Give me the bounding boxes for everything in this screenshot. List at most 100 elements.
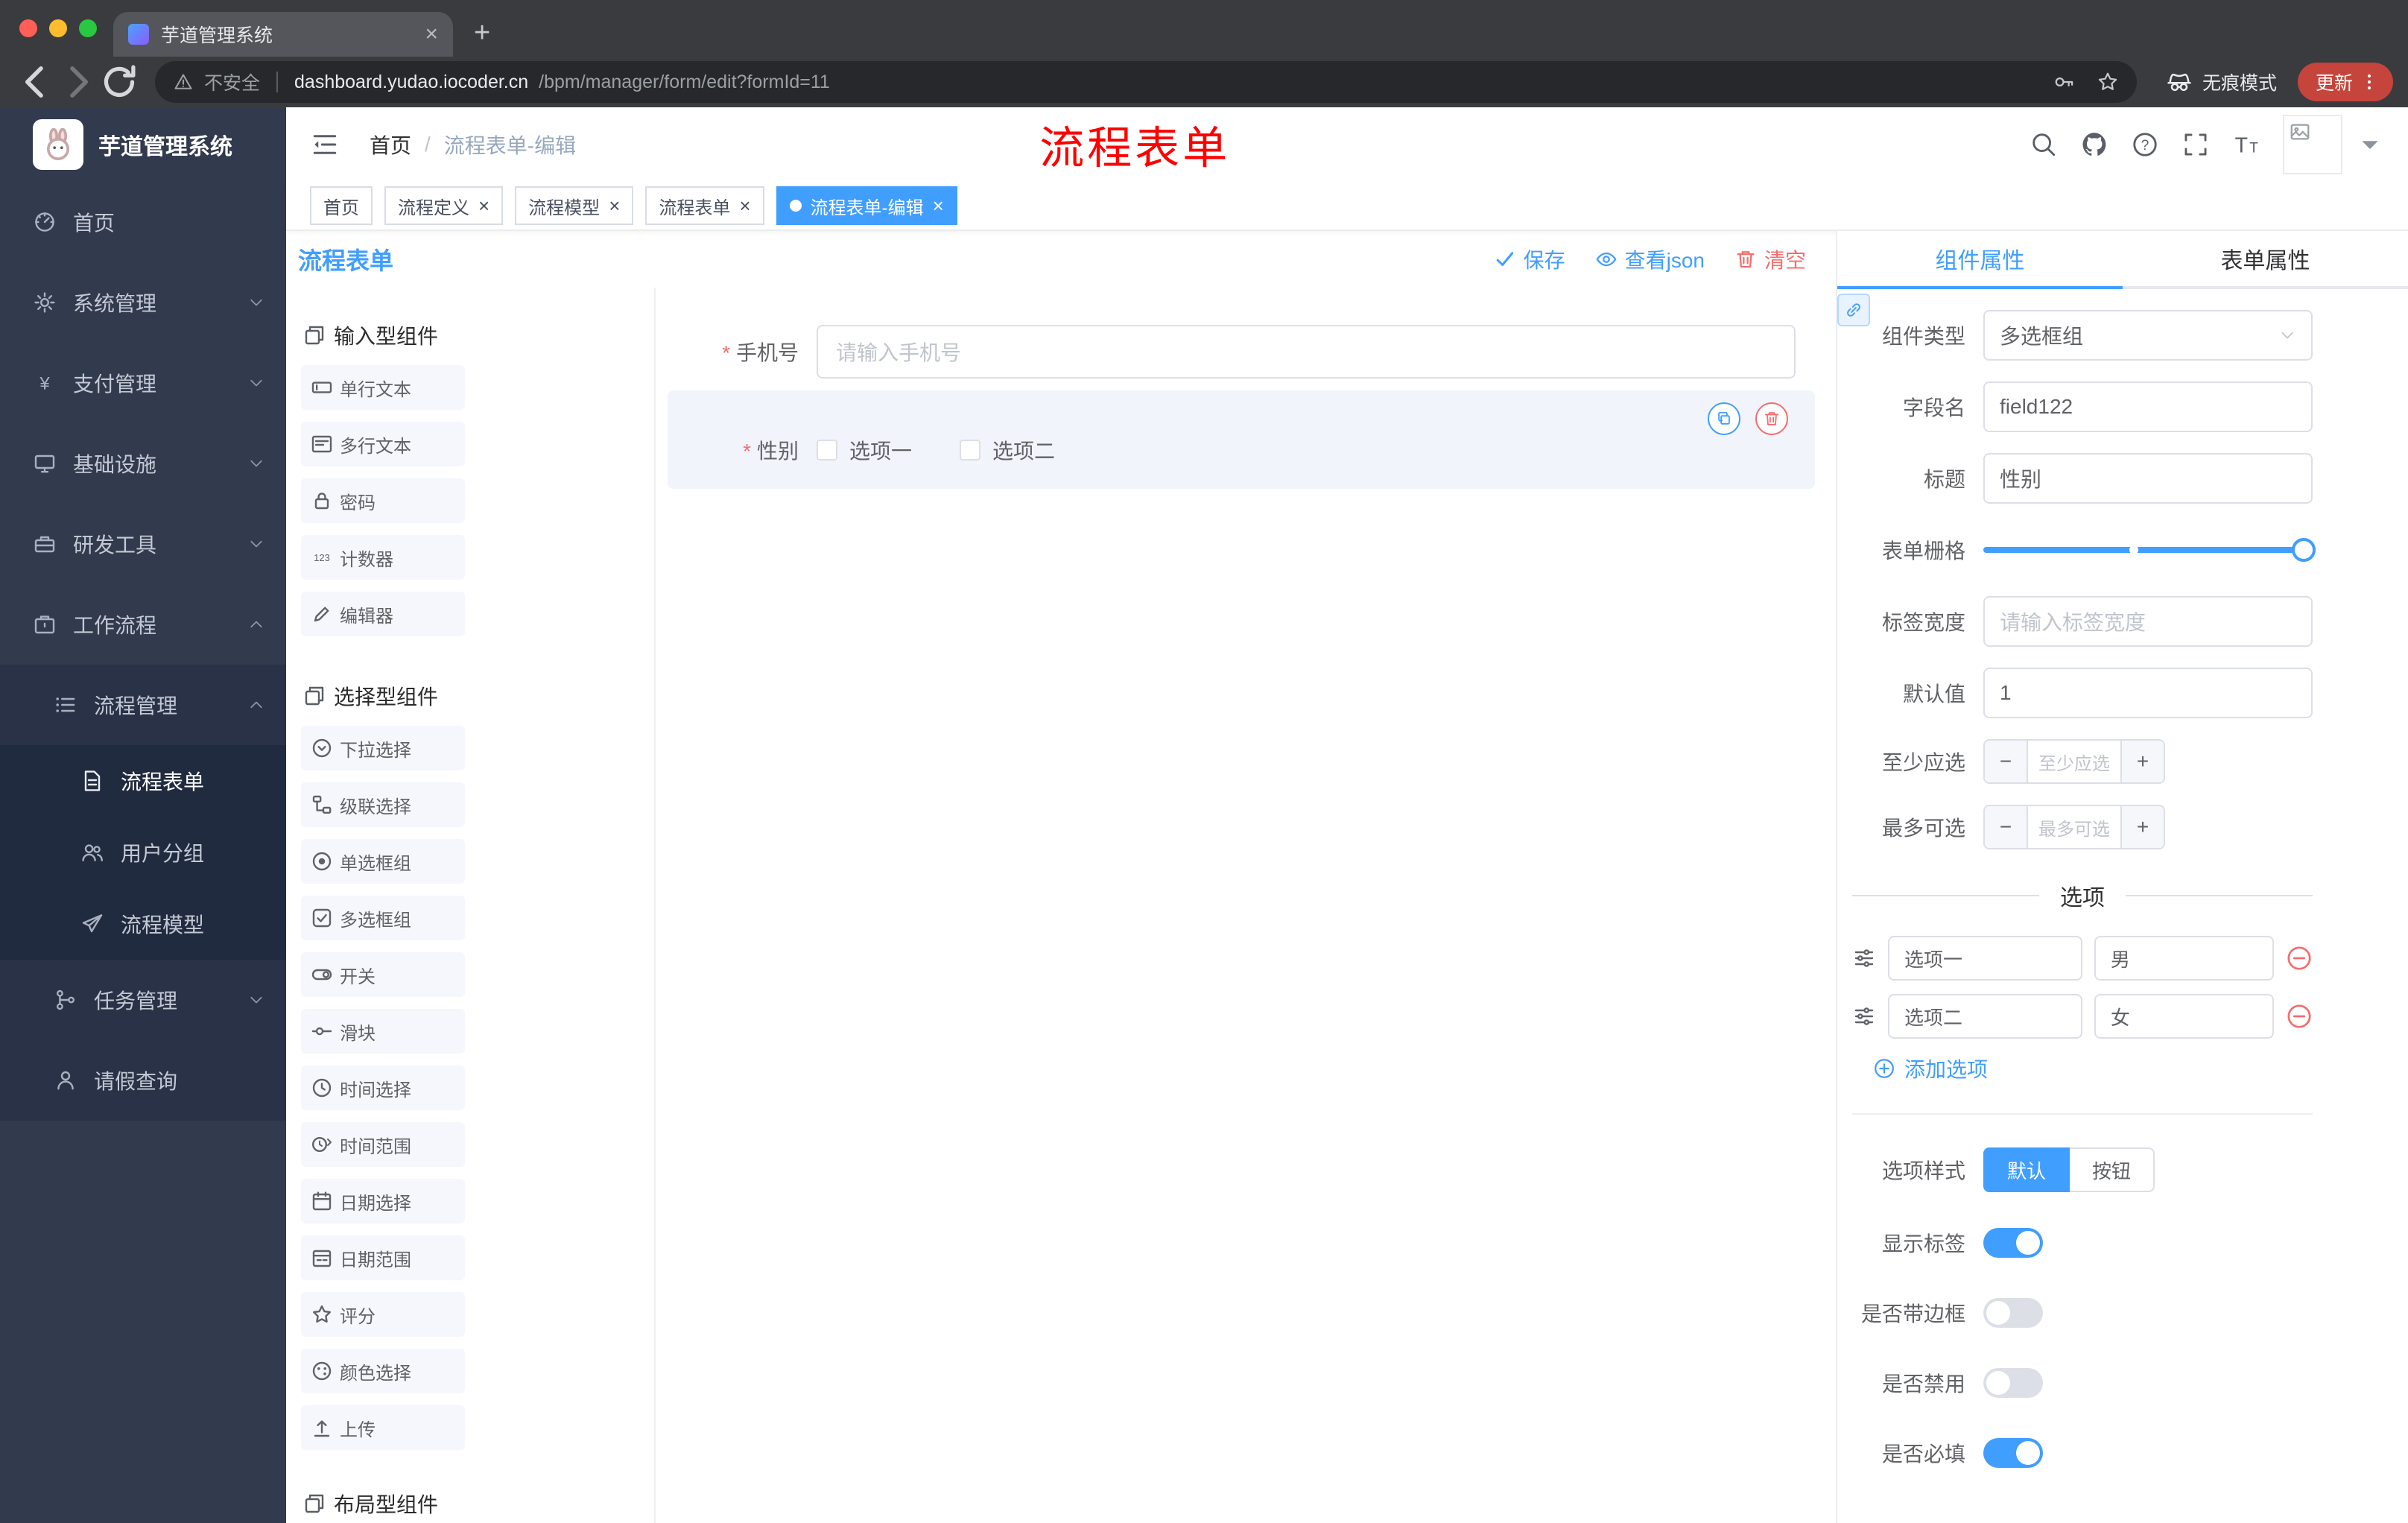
increase-button[interactable]: + — [2122, 741, 2164, 782]
search-icon[interactable] — [2030, 130, 2058, 159]
sidebar-item-branch[interactable]: 任务管理 — [0, 960, 286, 1040]
tab-component-props[interactable]: 组件属性 — [1837, 231, 2123, 289]
palette-item-password[interactable]: 密码 — [301, 478, 465, 523]
bookmark-star-icon[interactable] — [2097, 71, 2119, 93]
address-bar[interactable]: 不安全 dashboard.yudao.iocoder.cn /bpm/mana… — [155, 61, 2137, 103]
reload-button[interactable] — [98, 63, 140, 101]
tag-close-icon[interactable]: × — [609, 196, 620, 215]
avatar[interactable] — [2283, 115, 2342, 174]
window-minimize-button[interactable] — [49, 19, 67, 37]
tag-close-icon[interactable]: × — [478, 196, 489, 215]
palette-item-cascader[interactable]: 级联选择 — [301, 782, 465, 827]
palette-item-switch[interactable]: 开关 — [301, 952, 465, 997]
tag-close-icon[interactable]: × — [739, 196, 750, 215]
min-select-input[interactable]: 至少应选 — [2027, 741, 2122, 782]
new-tab-button[interactable]: + — [474, 17, 490, 49]
palette-item-rate[interactable]: 评分 — [301, 1292, 465, 1337]
palette-item-date-range[interactable]: 日期范围 — [301, 1235, 465, 1280]
forward-button[interactable] — [57, 63, 98, 101]
style-button-button[interactable]: 按钮 — [2070, 1147, 2155, 1192]
sidebar-item-pay[interactable]: ¥ 支付管理 — [0, 343, 286, 423]
toggle-switch[interactable] — [1983, 1228, 2043, 1258]
form-grid-slider[interactable] — [1983, 538, 2316, 562]
palette-item-counter[interactable]: 123 计数器 — [301, 535, 465, 580]
palette-item-slider[interactable]: 滑块 — [301, 1009, 465, 1054]
option-label-input[interactable]: 选项二 — [1888, 994, 2082, 1039]
clear-button[interactable]: 清空 — [1734, 244, 1806, 274]
toggle-switch[interactable] — [1983, 1368, 2043, 1398]
tag-2[interactable]: 流程模型 × — [515, 186, 634, 225]
view-json-button[interactable]: 查看json — [1595, 244, 1705, 274]
palette-item-editor[interactable]: 编辑器 — [301, 592, 465, 636]
field-name-input[interactable]: field122 — [1983, 381, 2313, 432]
tag-0[interactable]: 首页 — [310, 186, 373, 225]
phone-input[interactable]: 请输入手机号 — [817, 325, 1796, 379]
sidebar-logo[interactable]: 芋道管理系统 — [0, 107, 286, 182]
palette-item-time[interactable]: 时间选择 — [301, 1066, 465, 1110]
option-value-input[interactable]: 男 — [2094, 936, 2274, 981]
sidebar-item-devtool[interactable]: 研发工具 — [0, 504, 286, 584]
palette-item-date[interactable]: 日期选择 — [301, 1179, 465, 1223]
max-select-input[interactable]: 最多可选 — [2027, 806, 2122, 848]
copy-component-button[interactable] — [1708, 402, 1740, 435]
sidebar-item-home[interactable]: 首页 — [0, 182, 286, 262]
password-key-icon[interactable] — [2053, 71, 2076, 93]
palette-item-select[interactable]: 下拉选择 — [301, 726, 465, 770]
style-default-button[interactable]: 默认 — [1983, 1147, 2070, 1192]
option-value-input[interactable]: 女 — [2094, 994, 2274, 1039]
sidebar-item-gear[interactable]: 系统管理 — [0, 262, 286, 343]
option-label-input[interactable]: 选项一 — [1888, 936, 2082, 981]
remove-option-button[interactable] — [2286, 1003, 2313, 1030]
slider-handle[interactable] — [2292, 538, 2316, 562]
palette-item-color[interactable]: 颜色选择 — [301, 1349, 465, 1393]
window-zoom-button[interactable] — [79, 19, 97, 37]
link-affix-button[interactable] — [1837, 294, 1870, 326]
delete-component-button[interactable] — [1755, 402, 1788, 435]
sidebar-item-send[interactable]: 流程模型 — [0, 888, 286, 960]
font-size-icon[interactable]: TT — [2232, 130, 2260, 159]
sidebar-item-doc[interactable]: 流程表单 — [0, 745, 286, 817]
window-close-button[interactable] — [19, 19, 37, 37]
sidebar-item-person[interactable]: 请假查询 — [0, 1040, 286, 1121]
fullscreen-icon[interactable] — [2182, 130, 2210, 159]
avatar-caret-down-icon[interactable] — [2356, 130, 2384, 159]
save-button[interactable]: 保存 — [1494, 244, 1565, 274]
palette-item-radio[interactable]: 单选框组 — [301, 839, 465, 884]
toggle-switch[interactable] — [1983, 1298, 2043, 1328]
remove-option-button[interactable] — [2286, 945, 2313, 972]
phone-field[interactable]: 手机号 请输入手机号 — [668, 325, 1815, 379]
label-width-input[interactable]: 请输入标签宽度 — [1983, 596, 2313, 647]
help-icon[interactable]: ? — [2131, 130, 2159, 159]
security-label[interactable]: 不安全 — [204, 69, 260, 95]
github-icon[interactable] — [2080, 130, 2108, 159]
palette-item-upload[interactable]: 上传 — [301, 1405, 465, 1450]
breadcrumb-home[interactable]: 首页 — [370, 130, 411, 159]
palette-item-time-range[interactable]: 时间范围 — [301, 1122, 465, 1167]
tag-close-icon[interactable]: × — [933, 196, 944, 215]
browser-update-button[interactable]: 更新 — [2297, 63, 2393, 101]
tab-close-icon[interactable]: × — [425, 23, 438, 45]
increase-button[interactable]: + — [2122, 806, 2164, 848]
decrease-button[interactable]: − — [1985, 741, 2027, 782]
palette-item-input[interactable]: 单行文本 — [301, 365, 465, 410]
selected-component[interactable]: 性别 选项一 选项二 — [668, 390, 1815, 489]
tag-3[interactable]: 流程表单 × — [645, 186, 764, 225]
security-warning-icon[interactable] — [173, 72, 194, 92]
add-option-button[interactable]: 添加选项 — [1873, 1054, 2313, 1083]
browser-menu-dots-icon[interactable] — [2359, 72, 2380, 92]
component-type-select[interactable]: 多选框组 — [1983, 310, 2313, 361]
browser-tab[interactable]: 芋道管理系统 × — [113, 12, 453, 57]
sidebar-toggle-button[interactable] — [310, 130, 340, 159]
default-value-input[interactable]: 1 — [1983, 668, 2313, 718]
tab-form-props[interactable]: 表单属性 — [2123, 231, 2408, 286]
decrease-button[interactable]: − — [1985, 806, 2027, 848]
sidebar-item-workflow[interactable]: 工作流程 — [0, 584, 286, 665]
back-button[interactable] — [15, 63, 57, 101]
title-input[interactable]: 性别 — [1983, 453, 2313, 504]
palette-item-checkbox[interactable]: 多选框组 — [301, 896, 465, 940]
sidebar-item-list[interactable]: 流程管理 — [0, 665, 286, 745]
tag-1[interactable]: 流程定义 × — [384, 186, 504, 225]
tag-4[interactable]: 流程表单-编辑 × — [776, 186, 957, 225]
gender-option-2-checkbox[interactable]: 选项二 — [960, 435, 1055, 465]
palette-item-textarea[interactable]: 多行文本 — [301, 422, 465, 466]
